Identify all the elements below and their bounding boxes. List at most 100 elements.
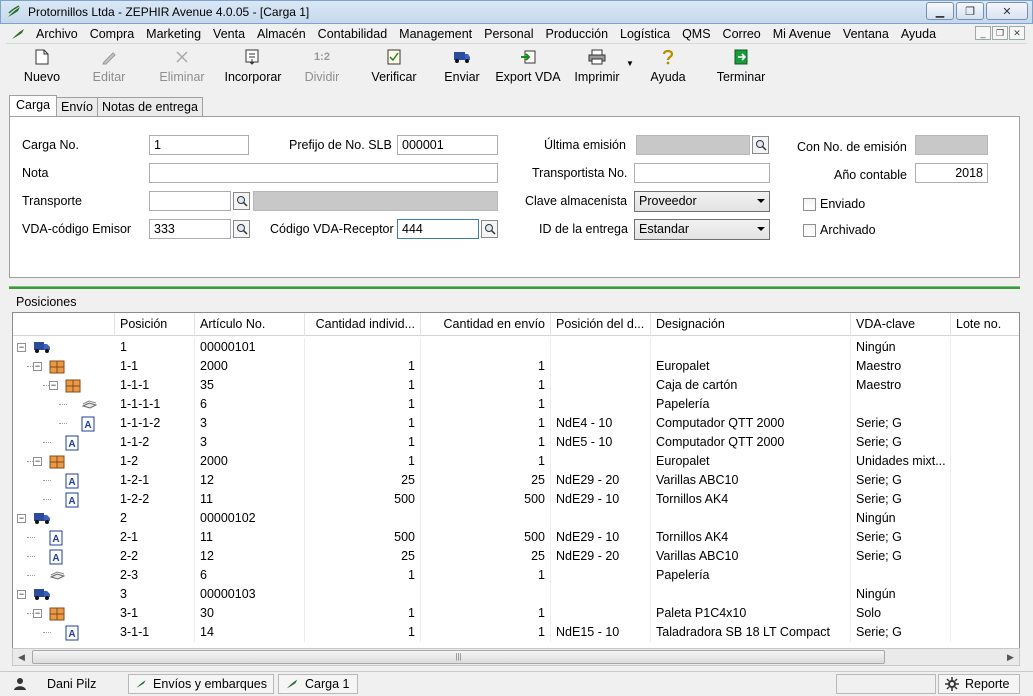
tree-connector [59, 423, 67, 424]
mdi-close-button[interactable]: ✕ [1009, 26, 1025, 40]
eliminar-button[interactable]: Eliminar [158, 45, 206, 89]
vda-receptor-field[interactable]: 444 [397, 219, 479, 239]
status-module-tab[interactable]: Envíos y embarques [128, 674, 274, 694]
imprimir-button[interactable]: Imprimir [570, 45, 624, 89]
carga-no-field[interactable]: 1 [149, 135, 249, 155]
scroll-left-icon[interactable]: ◀ [13, 649, 30, 665]
menu-compra[interactable]: Compra [84, 27, 140, 41]
table-row[interactable]: −1-2 2000 1 1 Europalet Unidades mixt... [13, 452, 1019, 471]
maximize-button[interactable]: ❐ [956, 2, 984, 20]
vda-emisor-lookup-button[interactable] [233, 220, 250, 238]
dividir-button[interactable]: 1:2 Dividir [304, 45, 340, 89]
menu-correo[interactable]: Correo [717, 27, 767, 41]
horizontal-scrollbar[interactable]: ◀ ||| ▶ [12, 648, 1020, 666]
column-header-posicion[interactable]: Posición [115, 313, 195, 336]
table-row[interactable]: 2-3 6 1 1 Papelería [13, 566, 1019, 585]
menu-contabilidad[interactable]: Contabilidad [312, 27, 394, 41]
menu-produccion[interactable]: Producción [539, 27, 614, 41]
mdi-minimize-button[interactable]: _ [975, 26, 991, 40]
id-entrega-select[interactable]: Estandar [634, 219, 770, 240]
collapse-icon[interactable]: − [49, 381, 58, 390]
table-row[interactable]: − 1 00000101 Ningún [13, 338, 1019, 357]
enviado-checkbox[interactable] [803, 198, 816, 211]
collapse-icon[interactable]: − [33, 362, 42, 371]
table-row[interactable]: − 2 00000102 Ningún [13, 509, 1019, 528]
menu-management[interactable]: Management [393, 27, 478, 41]
vda-receptor-lookup-button[interactable] [481, 220, 498, 238]
scroll-right-icon[interactable]: ▶ [1002, 649, 1019, 665]
splitter-bar[interactable] [9, 286, 1020, 289]
close-button[interactable]: ✕ [986, 2, 1028, 20]
transporte-lookup-button[interactable] [233, 192, 250, 210]
table-row[interactable]: −1-1-1 35 1 1 Caja de cartón Maestro [13, 376, 1019, 395]
tab-carga[interactable]: Carga [9, 95, 58, 116]
cell-qty [305, 585, 421, 604]
nota-field[interactable] [149, 163, 498, 183]
table-row[interactable]: 1-1-1-1 6 1 1 Papelería [13, 395, 1019, 414]
table-row[interactable]: −3-1 30 1 1 Paleta P1C4x10 Solo [13, 604, 1019, 623]
menu-ventana[interactable]: Ventana [837, 27, 895, 41]
table-row[interactable]: A 1-1-2 3 1 1 NdE5 - 10 Computador QTT 2000 Ser… [13, 433, 1019, 452]
column-header-articulo[interactable]: Artículo No. [195, 313, 305, 336]
menu-almacen[interactable]: Almacén [251, 27, 312, 41]
tab-notas-entrega[interactable]: Notas de entrega [97, 97, 203, 116]
reporte-button[interactable]: Reporte [938, 674, 1020, 694]
anio-contable-field[interactable]: 2018 [915, 163, 988, 183]
menu-ayuda[interactable]: Ayuda [895, 27, 942, 41]
prefijo-field[interactable]: 000001 [397, 135, 498, 155]
column-header-cantidad-individual[interactable]: Cantidad individ... [305, 313, 421, 336]
menu-marketing[interactable]: Marketing [140, 27, 207, 41]
collapse-icon[interactable]: − [17, 590, 26, 599]
menu-venta[interactable]: Venta [207, 27, 251, 41]
table-row[interactable]: A 2-1 11 500 500 NdE29 - 10 Tornillos AK4 Serie… [13, 528, 1019, 547]
column-header-designacion[interactable]: Designación [651, 313, 851, 336]
nuevo-button[interactable]: Nuevo [18, 45, 66, 89]
document-menu-icon[interactable] [10, 26, 26, 42]
transporte-field[interactable] [149, 191, 231, 211]
cell-pos: 2-2 [115, 547, 195, 566]
menu-personal[interactable]: Personal [478, 27, 539, 41]
vda-emisor-field[interactable]: 333 [149, 219, 231, 239]
terminar-button[interactable]: Terminar [714, 45, 768, 89]
table-row[interactable]: A 3-1-1 14 1 1 NdE15 - 10 Taladradora SB 18 LT… [13, 623, 1019, 642]
menu-mi-avenue[interactable]: Mi Avenue [767, 27, 837, 41]
enviar-button[interactable]: Enviar [442, 45, 482, 89]
tab-envio[interactable]: Envío [56, 97, 99, 116]
column-header-cantidad-envio[interactable]: Cantidad en envío [421, 313, 551, 336]
menu-qms[interactable]: QMS [676, 27, 716, 41]
title-bar: Protornillos Ltda - ZEPHIR Avenue 4.0.05… [0, 0, 1033, 24]
collapse-icon[interactable]: − [33, 457, 42, 466]
ayuda-button[interactable]: Ayuda [650, 45, 686, 89]
status-window-tab[interactable]: Carga 1 [278, 674, 358, 694]
verificar-button[interactable]: Verificar [370, 45, 418, 89]
table-row[interactable]: − 3 00000103 Ningún [13, 585, 1019, 604]
collapse-icon[interactable]: − [33, 609, 42, 618]
imprimir-dropdown[interactable]: ▼ [624, 45, 636, 89]
scroll-thumb[interactable]: ||| [32, 650, 885, 664]
archivado-checkbox[interactable] [803, 224, 816, 237]
table-row[interactable]: −1-1 2000 1 1 Europalet Maestro [13, 357, 1019, 376]
minimize-button[interactable]: ▁ [926, 2, 954, 20]
menu-logistica[interactable]: Logística [614, 27, 676, 41]
table-row[interactable]: A 1-2-1 12 25 25 NdE29 - 20 Varillas ABC10 Seri… [13, 471, 1019, 490]
chevron-down-icon [757, 227, 765, 231]
column-header-posicion-del[interactable]: Posición del d... [551, 313, 651, 336]
transportista-field[interactable] [634, 163, 770, 183]
column-header-lote[interactable]: Lote no. [951, 313, 1019, 336]
cell-art: 11 [195, 528, 305, 547]
export-vda-button[interactable]: Export VDA [495, 45, 561, 89]
column-header-vda-clave[interactable]: VDA-clave [851, 313, 951, 336]
clave-almacenista-select[interactable]: Proveedor [634, 191, 770, 212]
mdi-restore-button[interactable]: ❐ [992, 26, 1008, 40]
editar-button[interactable]: Editar [88, 45, 130, 89]
ultima-emision-lookup-button[interactable] [752, 136, 769, 154]
incorporar-button[interactable]: Incorporar [224, 45, 282, 89]
table-row[interactable]: A 1-2-2 11 500 500 NdE29 - 10 Tornillos AK4 Ser… [13, 490, 1019, 509]
table-row[interactable]: A 2-2 12 25 25 NdE29 - 20 Varillas ABC10 Serie;… [13, 547, 1019, 566]
column-header-tree[interactable] [13, 313, 115, 336]
collapse-icon[interactable]: − [17, 343, 26, 352]
collapse-icon[interactable]: − [17, 514, 26, 523]
table-row[interactable]: A 1-1-1-2 3 1 1 NdE4 - 10 Computador QTT 2000 S… [13, 414, 1019, 433]
menu-archivo[interactable]: Archivo [30, 27, 84, 41]
status-bar: Dani Pilz Envíos y embarques Carga 1 Rep… [0, 671, 1033, 696]
